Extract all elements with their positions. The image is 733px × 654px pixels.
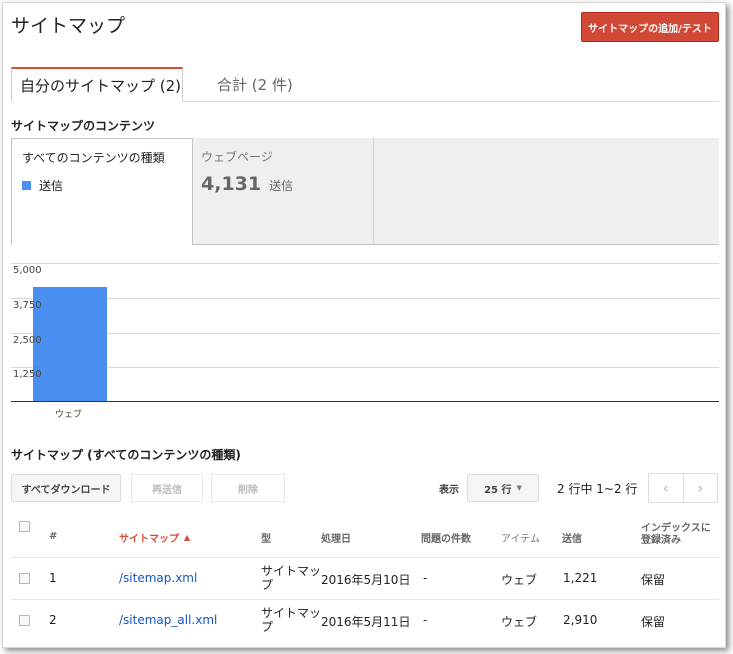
row-type-line2: プ (261, 620, 274, 634)
row-num: 1 (49, 571, 57, 585)
table-row: 2 /sitemap_all.xml サイトマッ プ 2016年5月11日 - … (11, 600, 719, 640)
row-item: ウェブ (501, 573, 538, 587)
page-title: サイトマップ (11, 15, 126, 37)
legend: 送信 (22, 177, 63, 194)
y-tick-label: 5,000 (13, 265, 42, 276)
row-issues: - (423, 571, 428, 585)
row-type: サイトマッ プ (261, 606, 321, 634)
col-sitemap-header[interactable]: サイトマップ ▲ (119, 530, 190, 545)
row-item: ウェブ (501, 615, 538, 629)
y-tick-label: 1,250 (13, 369, 42, 380)
col-item-header: アイテム (501, 534, 540, 545)
col-issues-header[interactable]: 問題の件数 (421, 530, 471, 545)
gridline (11, 298, 719, 299)
pagination-text: 2 行中 1~2 行 (557, 482, 638, 496)
dropdown-arrow-icon: ▼ (516, 484, 522, 492)
delete-button[interactable]: 削除 (211, 474, 285, 502)
sitemaps-table-heading: サイトマップ (すべてのコンテンツの種類) (11, 448, 241, 462)
col-type-header[interactable]: 型 (261, 530, 271, 545)
select-all-checkbox[interactable] (19, 521, 30, 532)
legend-swatch (22, 181, 31, 190)
row-submitted: 1,221 (563, 571, 598, 585)
contents-heading: サイトマップのコンテンツ (11, 119, 156, 133)
y-tick-label: 2,500 (13, 335, 42, 346)
row-type: サイトマッ プ (261, 564, 321, 592)
col-indexed-header[interactable]: インデックスに 登録済み (641, 523, 711, 547)
row-num: 2 (49, 613, 57, 627)
y-tick-label: 3,750 (13, 300, 42, 311)
add-test-sitemap-button[interactable]: サイトマップの追加/テスト (581, 12, 719, 42)
rows-per-page-value: 25 行 (484, 484, 512, 496)
gridline (11, 333, 719, 334)
next-page-icon[interactable]: › (684, 474, 718, 502)
row-type-line1: サイトマッ (261, 606, 322, 620)
sort-ascending-icon: ▲ (184, 533, 191, 542)
pagination-controls: ‹ › (648, 473, 718, 503)
stats-separator (373, 138, 374, 244)
row-indexed: 保留 (641, 573, 666, 587)
x-tick-label: ウェブ (55, 410, 83, 420)
x-axis (11, 401, 719, 402)
row-type-line2: プ (261, 578, 274, 592)
web-pages-unit: 送信 (269, 179, 294, 193)
col-num-header: # (49, 531, 58, 542)
gridline (11, 263, 719, 264)
col-sitemap-header-label: サイトマップ (119, 534, 179, 545)
col-indexed-header-line1: インデックスに (641, 523, 711, 534)
content-type-selector[interactable]: すべてのコンテンツの種類 送信 (11, 138, 193, 245)
row-processed-date: 2016年5月11日 (321, 615, 411, 629)
bar-web[interactable] (33, 286, 107, 401)
row-checkbox[interactable] (19, 573, 30, 584)
row-checkbox[interactable] (19, 615, 30, 626)
col-processed-header[interactable]: 処理日 (321, 530, 351, 545)
col-indexed-header-line2: 登録済み (641, 535, 681, 546)
content-type-label: すべてのコンテンツの種類 (22, 151, 165, 165)
sitemap-link[interactable]: /sitemap.xml (119, 571, 197, 585)
sitemaps-panel: サイトマップ サイトマップの追加/テスト 自分のサイトマップ (2) 合計 (2… (2, 2, 726, 648)
tab-my-sitemaps[interactable]: 自分のサイトマップ (2) (11, 67, 183, 102)
row-processed-date: 2016年5月10日 (321, 573, 411, 587)
table-row: 1 /sitemap.xml サイトマッ プ 2016年5月10日 - ウェブ … (11, 558, 719, 598)
sitemap-link[interactable]: /sitemap_all.xml (119, 613, 217, 627)
legend-label: 送信 (39, 179, 64, 193)
row-indexed: 保留 (641, 615, 666, 629)
download-all-button[interactable]: すべてダウンロード (11, 474, 121, 502)
gridline (11, 367, 719, 368)
web-pages-value: 4,131 (201, 173, 262, 195)
web-pages-stat[interactable]: 4,131 送信 (201, 173, 293, 195)
resubmit-button[interactable]: 再送信 (131, 474, 203, 502)
web-pages-label: ウェブページ (201, 150, 273, 164)
rows-per-page-select[interactable]: 25 行 ▼ (467, 474, 539, 502)
col-submitted-header[interactable]: 送信 (562, 530, 582, 545)
show-label: 表示 (439, 485, 459, 496)
row-issues: - (423, 613, 428, 627)
row-submitted: 2,910 (563, 613, 598, 627)
row-type-line1: サイトマッ (261, 564, 322, 578)
tab-all-sitemaps[interactable]: 合計 (2 件) (217, 67, 293, 102)
prev-page-icon[interactable]: ‹ (649, 474, 684, 502)
